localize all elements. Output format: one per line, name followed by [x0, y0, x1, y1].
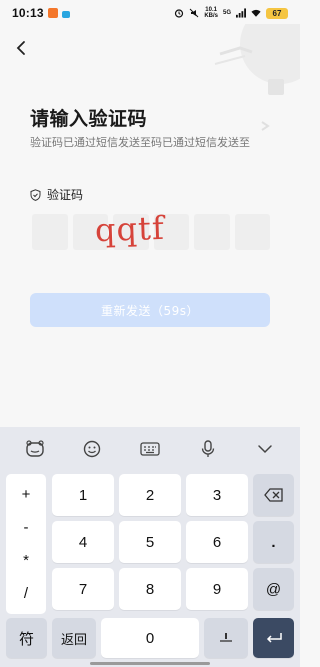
key-2[interactable]: 2: [119, 474, 181, 516]
keyboard-icon[interactable]: [136, 435, 164, 463]
page-title: 请输入验证码: [30, 108, 148, 130]
app-notification-icon-2: [61, 10, 70, 18]
keyboard-toolbar: [0, 427, 300, 471]
key-slash[interactable]: /: [6, 580, 46, 608]
backspace-key[interactable]: [253, 474, 294, 516]
page-subtitle: 验证码已通过短信发送至码已通过短信发送至: [30, 136, 250, 149]
net-speed: 10.1 KB/s: [204, 7, 218, 19]
key-7[interactable]: 7: [52, 568, 114, 610]
net-speed-unit: KB/s: [204, 13, 218, 19]
captcha-text: qqtf: [94, 208, 166, 250]
backspace-icon: [263, 488, 283, 502]
key-8[interactable]: 8: [119, 568, 181, 610]
ime-logo-icon[interactable]: [21, 435, 49, 463]
home-indicator[interactable]: [90, 662, 210, 665]
signal-icon: [236, 8, 246, 18]
shield-icon: [30, 188, 41, 201]
enter-key[interactable]: [253, 618, 294, 658]
key-9[interactable]: 9: [186, 568, 248, 610]
network-type: 5G: [222, 10, 231, 16]
collapse-keyboard-icon[interactable]: [251, 435, 279, 463]
battery-indicator: 67: [266, 7, 288, 19]
key-dot[interactable]: .: [253, 521, 294, 563]
chevron-left-icon: [16, 41, 25, 55]
symbol-switch-key[interactable]: 符: [6, 618, 47, 658]
space-key[interactable]: [204, 618, 248, 658]
enter-icon: [266, 633, 282, 643]
alarm-icon: [174, 8, 184, 18]
numeric-keyboard: + - * / 1 2 3 4 5 6 . 7 8 9 @ 符 返回 0: [0, 427, 300, 667]
resend-button[interactable]: 重新发送（59s）: [30, 293, 270, 327]
key-minus[interactable]: -: [6, 514, 46, 542]
status-bar: 10:13 10.1 KB/s 5G 67: [0, 0, 300, 26]
key-4[interactable]: 4: [52, 521, 114, 563]
wifi-icon: [251, 8, 261, 18]
key-0[interactable]: 0: [101, 618, 199, 658]
key-3[interactable]: 3: [186, 474, 248, 516]
code-box[interactable]: [32, 214, 68, 250]
back-key[interactable]: 返回: [52, 618, 96, 658]
code-box[interactable]: [194, 214, 230, 250]
symbol-column: + - * /: [6, 474, 46, 614]
microphone-icon[interactable]: [194, 435, 222, 463]
mute-icon: [189, 8, 199, 18]
app-notification-icon: [47, 8, 58, 18]
key-5[interactable]: 5: [119, 521, 181, 563]
key-1[interactable]: 1: [52, 474, 114, 516]
emoji-icon[interactable]: [78, 435, 106, 463]
key-asterisk[interactable]: *: [6, 547, 46, 575]
key-at[interactable]: @: [253, 568, 294, 610]
back-button[interactable]: [12, 39, 30, 57]
space-cursor-icon: [220, 633, 232, 642]
background-decoration: [170, 24, 300, 144]
status-time: 10:13: [12, 6, 44, 20]
key-plus[interactable]: +: [6, 481, 46, 509]
code-label-row: 验证码: [30, 186, 83, 203]
key-6[interactable]: 6: [186, 521, 248, 563]
code-label: 验证码: [47, 188, 84, 202]
code-box[interactable]: [234, 214, 270, 250]
